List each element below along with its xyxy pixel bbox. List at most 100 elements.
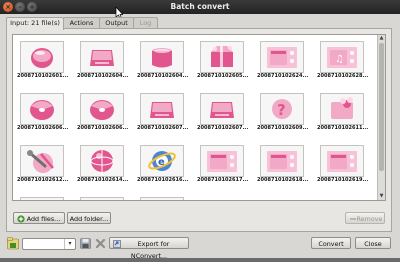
file-name-label: 2008710102624... [257, 73, 309, 79]
file-thumbnail-item[interactable]: 2008710102612... [17, 143, 73, 188]
export-label: Export for NConvert... [130, 240, 170, 260]
pink-folder-icon [141, 198, 183, 201]
file-thumbnail-item[interactable]: 2008710102601... [17, 39, 73, 84]
thumbnail-image [140, 197, 184, 201]
input-panel: ▲ ▼ 2008710102601... 2008710102604... 2008… [6, 28, 392, 232]
thumbnail-image [200, 145, 244, 177]
open-folder-icon[interactable] [7, 237, 19, 250]
file-thumbnail-item[interactable]: 2008710102617... [197, 143, 253, 188]
file-name-label: 2008710102604... [77, 73, 129, 79]
pink-drive-icon [150, 102, 174, 118]
file-thumbnail-item[interactable]: 2008710102604... [77, 39, 133, 84]
thumbnail-image [200, 41, 244, 73]
file-name-label: 2008710102606... [17, 125, 69, 131]
file-thumbnail-item[interactable]: e 2008710102616... [137, 143, 193, 188]
pink-globe-icon [90, 150, 114, 172]
pink-folder-icon [81, 198, 123, 201]
thumbnail-image [140, 93, 184, 125]
thumbnail-image: ♫ [320, 41, 364, 73]
file-name-label: 2008710102606... [77, 125, 129, 131]
pink-browser-icon: e [148, 151, 176, 171]
thumbnail-image [20, 41, 64, 73]
pink-cup-icon [152, 48, 172, 68]
file-thumbnail-item[interactable]: 2008710102605... [197, 39, 253, 84]
pink-folder-icon [207, 151, 237, 172]
scrollbar-thumb[interactable] [379, 43, 384, 171]
svg-text:♫: ♫ [335, 54, 344, 65]
add-icon [17, 215, 25, 223]
thumbnail-image: ? [260, 93, 304, 125]
file-name-label: 2008710102628... [317, 73, 369, 79]
convert-button[interactable]: Convert [311, 237, 351, 249]
file-name-label: 2008710102605... [197, 73, 249, 79]
close-button[interactable]: Close [355, 237, 391, 249]
file-name-label: 2008710102619... [317, 177, 369, 183]
pink-gift-icon [211, 46, 233, 67]
file-name-label: 2008710102601... [17, 73, 69, 79]
file-name-label: 2008710102616... [137, 177, 189, 183]
file-name-label: 2008710102614... [77, 177, 129, 183]
pink-button-icon [31, 48, 53, 68]
file-thumbnail-item[interactable]: 2008710102607... [197, 91, 253, 136]
remove-button: Remove [345, 212, 385, 224]
file-name-label: 2008710102607... [137, 125, 189, 131]
file-thumbnail-item[interactable]: ♫ 2008710102628... [317, 39, 373, 84]
file-thumbnail-item[interactable]: 2008710102606... [77, 91, 133, 136]
add-files-button[interactable]: Add files... [13, 212, 65, 224]
pink-tools-icon [27, 150, 54, 173]
pink-help-icon: ? [272, 99, 292, 119]
file-thumbnail-item[interactable]: 2008710102604... [137, 39, 193, 84]
thumbnail-image [260, 41, 304, 73]
pink-flower-icon [331, 97, 353, 119]
pink-folder-icon [267, 47, 297, 68]
title-bar: × – + Batch convert [0, 0, 400, 19]
file-thumbnail-item[interactable]: ? 2008710102609... [257, 91, 313, 136]
thumbnail-image [320, 145, 364, 177]
pink-folder-icon [327, 151, 357, 172]
thumbnail-image [80, 145, 124, 177]
tab-input[interactable]: Input: 21 file(s) [6, 17, 64, 30]
file-thumbnail-item[interactable]: 2008710102619... [317, 143, 373, 188]
window-title: Batch convert [170, 2, 230, 11]
chevron-down-icon[interactable]: ▾ [64, 239, 75, 249]
pink-music-folder-icon: ♫ [327, 47, 357, 68]
file-thumbnail-item[interactable] [17, 195, 73, 201]
svg-text:?: ? [277, 101, 286, 119]
pink-folder-icon [267, 151, 297, 172]
file-thumbnail-item[interactable]: 2008710102611... [317, 91, 373, 136]
file-name-label: 2008710102604... [137, 73, 189, 79]
thumbnail-image [20, 197, 64, 201]
file-thumbnail-item[interactable]: 2008710102614... [77, 143, 133, 188]
export-nconvert-button[interactable]: Export for NConvert... [109, 237, 189, 260]
pink-folder-icon [21, 198, 63, 201]
save-icon[interactable] [80, 238, 91, 249]
delete-icon[interactable] [95, 238, 106, 249]
file-thumbnail-item[interactable]: 2008710102606... [17, 91, 73, 136]
thumbnail-image [20, 93, 64, 125]
file-name-label: 2008710102617... [197, 177, 249, 183]
file-thumbnail-grid[interactable]: ▲ ▼ 2008710102601... 2008710102604... 2008… [12, 34, 386, 201]
thumbnail-image: e [140, 145, 184, 177]
scroll-down-icon[interactable]: ▼ [378, 193, 385, 200]
preset-select[interactable]: ▾ [22, 238, 76, 250]
thumbnail-image [200, 93, 244, 125]
add-folder-button[interactable]: Add folder... [67, 212, 111, 224]
file-thumbnail-item[interactable]: 2008710102624... [257, 39, 313, 84]
svg-text:e: e [158, 157, 165, 168]
thumbnail-image [20, 145, 64, 177]
pink-disk-icon [30, 100, 54, 120]
remove-icon [350, 218, 356, 220]
file-thumbnail-item[interactable]: 2008710102607... [137, 91, 193, 136]
thumbnail-image [140, 41, 184, 73]
thumbnail-image [80, 197, 124, 201]
file-name-label: 2008710102611... [317, 125, 369, 131]
vertical-scrollbar[interactable]: ▲ ▼ [377, 35, 385, 200]
file-thumbnail-item[interactable]: 2008710102618... [257, 143, 313, 188]
pink-disk-icon [90, 100, 114, 120]
file-thumbnail-item[interactable] [137, 195, 193, 201]
thumbnail-image [260, 145, 304, 177]
file-name-label: 2008710102618... [257, 177, 309, 183]
scroll-up-icon[interactable]: ▲ [378, 35, 385, 42]
thumbnail-image [320, 93, 364, 125]
file-thumbnail-item[interactable] [77, 195, 133, 201]
